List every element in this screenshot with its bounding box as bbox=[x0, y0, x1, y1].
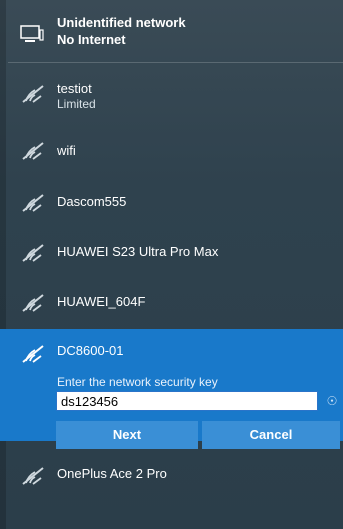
network-name: HUAWEI S23 Ultra Pro Max bbox=[57, 244, 219, 259]
wifi-signal-icon bbox=[22, 467, 44, 485]
divider bbox=[8, 62, 343, 63]
network-name: OnePlus Ace 2 Pro bbox=[57, 466, 167, 481]
reveal-password-icon[interactable]: ☉ bbox=[323, 391, 341, 411]
wifi-signal-icon bbox=[22, 194, 44, 212]
network-item-testiot[interactable]: testiot Limited bbox=[0, 66, 343, 120]
security-key-input[interactable] bbox=[56, 391, 318, 411]
network-item-oneplus-ace-2-pro[interactable]: OnePlus Ace 2 Pro bbox=[0, 447, 343, 499]
network-name: Dascom555 bbox=[57, 194, 127, 209]
wifi-signal-icon bbox=[22, 142, 44, 160]
cancel-button[interactable]: Cancel bbox=[202, 421, 340, 449]
network-item-huawei-s23[interactable]: HUAWEI S23 Ultra Pro Max bbox=[0, 226, 343, 274]
wifi-signal-icon bbox=[22, 294, 44, 312]
network-item-wifi[interactable]: wifi bbox=[0, 124, 343, 172]
network-status-title: Unidentified network bbox=[57, 15, 186, 30]
network-status: Limited bbox=[57, 97, 96, 111]
wifi-signal-icon bbox=[22, 345, 44, 363]
next-button[interactable]: Next bbox=[56, 421, 198, 449]
network-name: DC8600-01 bbox=[57, 343, 124, 358]
wifi-signal-icon bbox=[22, 244, 44, 262]
network-flyout: Unidentified network No Internet testiot… bbox=[0, 0, 343, 529]
security-key-prompt: Enter the network security key bbox=[57, 375, 218, 389]
network-name: testiot bbox=[57, 81, 92, 96]
network-status-subtitle: No Internet bbox=[57, 32, 126, 47]
computer-network-icon bbox=[20, 25, 44, 42]
network-name: wifi bbox=[57, 143, 76, 158]
current-network-status[interactable]: Unidentified network No Internet bbox=[0, 0, 343, 58]
network-item-huawei-604f[interactable]: HUAWEI_604F bbox=[0, 276, 343, 324]
network-item-dascom555[interactable]: Dascom555 bbox=[0, 176, 343, 224]
network-item-dc8600-01[interactable]: DC8600-01 Enter the network security key… bbox=[0, 329, 343, 449]
network-name: HUAWEI_604F bbox=[57, 294, 146, 309]
wifi-signal-icon bbox=[22, 85, 44, 103]
